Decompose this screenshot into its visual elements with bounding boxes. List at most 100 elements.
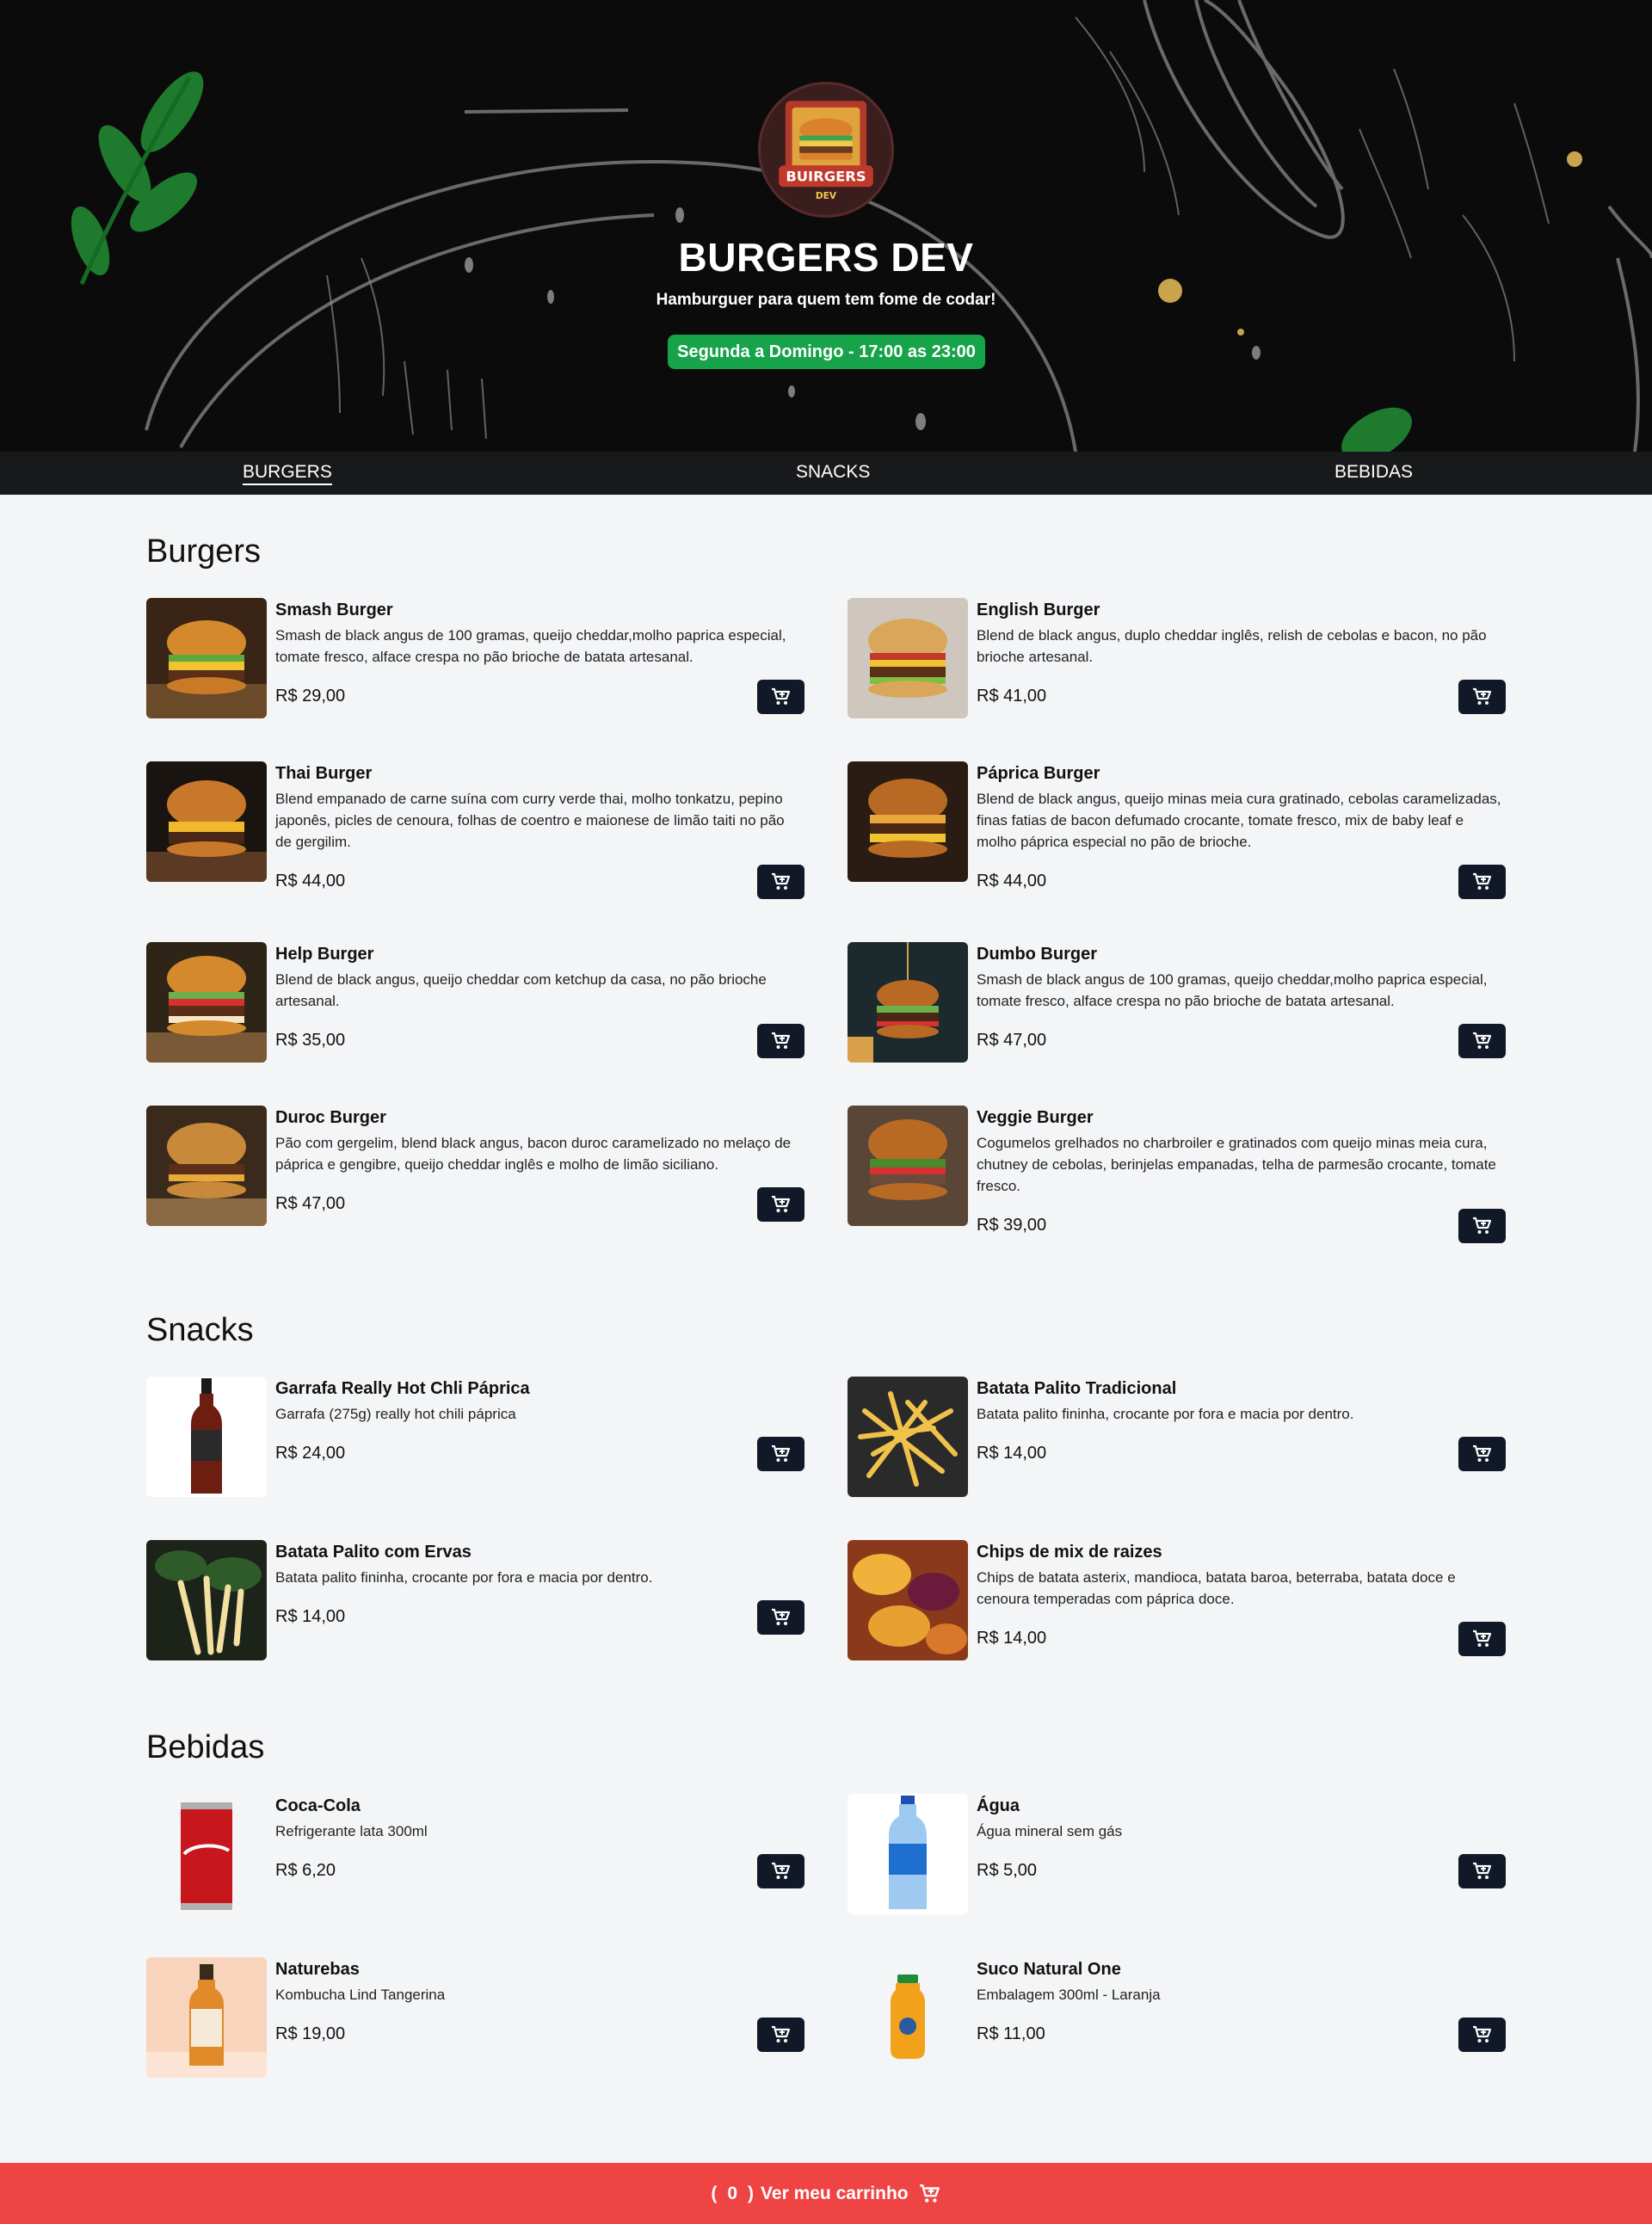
item-price: R$ 44,00 — [977, 872, 1047, 890]
item-image — [146, 1106, 267, 1226]
nav-link-burgers[interactable]: BURGERS — [243, 462, 332, 485]
add-to-cart-button[interactable] — [757, 865, 804, 899]
item-image — [146, 942, 267, 1063]
item-price: R$ 44,00 — [275, 872, 346, 890]
item-name: Help Burger — [275, 945, 374, 964]
item-name: Batata Palito com Ervas — [275, 1543, 472, 1562]
cart-icon — [771, 687, 790, 705]
cart-icon — [919, 2184, 940, 2202]
item-image — [146, 1794, 267, 1914]
item-price: R$ 24,00 — [275, 1444, 346, 1463]
item-description: Batata palito fininha, crocante por fora… — [977, 1406, 1354, 1422]
item-name: Dumbo Burger — [977, 945, 1097, 964]
add-to-cart-button[interactable] — [1458, 680, 1506, 714]
item-description: Chips de batata asterix, mandioca, batat… — [977, 1569, 1456, 1607]
item-price: R$ 41,00 — [977, 687, 1047, 705]
item-price: R$ 47,00 — [977, 1031, 1047, 1050]
item-description: Smash de black angus de 100 gramas, quei… — [275, 627, 786, 665]
add-to-cart-button[interactable] — [757, 1437, 804, 1471]
item-image — [848, 761, 968, 882]
hero-header: BUIRGERS DEV BURGERS DEV Hamburguer para… — [0, 0, 1652, 452]
cart-icon — [1472, 1217, 1491, 1234]
item-price: R$ 47,00 — [275, 1194, 346, 1213]
cart-icon — [1472, 1032, 1491, 1049]
add-to-cart-button[interactable] — [1458, 1437, 1506, 1471]
cart-icon — [1472, 1445, 1491, 1462]
item-description: Blend de black angus, queijo minas meia … — [977, 791, 1501, 850]
add-to-cart-button[interactable] — [757, 1854, 804, 1888]
item-name: Páprica Burger — [977, 764, 1100, 783]
opening-hours-badge: Segunda a Domingo - 17:00 as 23:00 — [668, 335, 985, 369]
item-description: Smash de black angus de 100 gramas, quei… — [977, 971, 1488, 1009]
brand-logo: BUIRGERS DEV — [758, 82, 894, 218]
nav-link-bebidas[interactable]: BEBIDAS — [1335, 462, 1413, 483]
cart-icon — [1472, 1629, 1491, 1647]
item-price: R$ 14,00 — [977, 1629, 1047, 1648]
section-title-bebidas: Bebidas — [146, 1729, 265, 1765]
item-image — [848, 1957, 968, 2078]
add-to-cart-button[interactable] — [757, 2018, 804, 2052]
cart-icon — [771, 2025, 790, 2042]
add-to-cart-button[interactable] — [1458, 1024, 1506, 1058]
item-price: R$ 35,00 — [275, 1031, 346, 1050]
hero-background-illustration — [71, 0, 1652, 452]
item-image — [848, 942, 968, 1063]
item-price: R$ 29,00 — [275, 687, 346, 705]
cart-icon — [771, 1032, 790, 1049]
cart-icon — [1472, 2025, 1491, 2042]
cart-icon — [771, 1195, 790, 1212]
svg-text:BUIRGERS: BUIRGERS — [786, 169, 866, 185]
brand-title: BURGERS DEV — [678, 235, 974, 280]
item-image — [146, 1957, 267, 2078]
item-name: Garrafa Really Hot Chli Páprica — [275, 1379, 530, 1398]
add-to-cart-button[interactable] — [1458, 2018, 1506, 2052]
cart-icon — [771, 872, 790, 890]
item-description: Blend de black angus, duplo cheddar ingl… — [977, 627, 1487, 665]
cart-icon — [1472, 872, 1491, 890]
category-nav: BURGERS SNACKS BEBIDAS — [0, 452, 1652, 495]
cart-count-close: ) — [748, 2183, 755, 2203]
cart-icon — [1472, 1862, 1491, 1879]
cart-icon — [771, 1862, 790, 1879]
item-image — [848, 1540, 968, 1660]
cart-icon — [1472, 687, 1491, 705]
add-to-cart-button[interactable] — [1458, 865, 1506, 899]
view-cart-button[interactable]: ( 0 ) Ver meu carrinho — [0, 2163, 1652, 2224]
item-name: Coca-Cola — [275, 1796, 361, 1815]
item-price: R$ 14,00 — [275, 1607, 346, 1626]
svg-text:DEV: DEV — [816, 191, 837, 201]
item-description: Embalagem 300ml - Laranja — [977, 1987, 1161, 2003]
burger-logo-icon: BUIRGERS DEV — [779, 101, 873, 201]
item-image — [848, 1794, 968, 1914]
item-image — [146, 1377, 267, 1497]
item-description: Batata palito fininha, crocante por fora… — [275, 1569, 653, 1586]
item-description: Pão com gergelim, blend black angus, bac… — [275, 1135, 792, 1173]
add-to-cart-button[interactable] — [1458, 1209, 1506, 1243]
item-name: Duroc Burger — [275, 1108, 386, 1127]
item-price: R$ 5,00 — [977, 1861, 1038, 1880]
add-to-cart-button[interactable] — [1458, 1622, 1506, 1656]
item-description: Garrafa (275g) really hot chili páprica — [275, 1406, 516, 1422]
brand-tagline: Hamburguer para quem tem fome de codar! — [656, 291, 996, 309]
item-image — [146, 598, 267, 718]
cart-icon — [771, 1445, 790, 1462]
item-name: English Burger — [977, 601, 1100, 619]
nav-link-snacks[interactable]: SNACKS — [796, 462, 870, 483]
cart-count-open: ( — [711, 2183, 718, 2203]
item-name: Veggie Burger — [977, 1108, 1094, 1127]
add-to-cart-button[interactable] — [1458, 1854, 1506, 1888]
item-description: Kombucha Lind Tangerina — [275, 1987, 446, 2003]
view-cart-label: Ver meu carrinho — [761, 2183, 909, 2203]
item-price: R$ 19,00 — [275, 2024, 346, 2043]
section-title-snacks: Snacks — [146, 1312, 254, 1348]
item-description: Refrigerante lata 300ml — [275, 1823, 428, 1839]
add-to-cart-button[interactable] — [757, 680, 804, 714]
item-image — [848, 1377, 968, 1497]
add-to-cart-button[interactable] — [757, 1600, 804, 1635]
item-image — [146, 1540, 267, 1660]
add-to-cart-button[interactable] — [757, 1024, 804, 1058]
add-to-cart-button[interactable] — [757, 1187, 804, 1222]
item-name: Água — [977, 1796, 1020, 1815]
item-name: Thai Burger — [275, 764, 373, 783]
cart-count: 0 — [727, 2183, 738, 2203]
